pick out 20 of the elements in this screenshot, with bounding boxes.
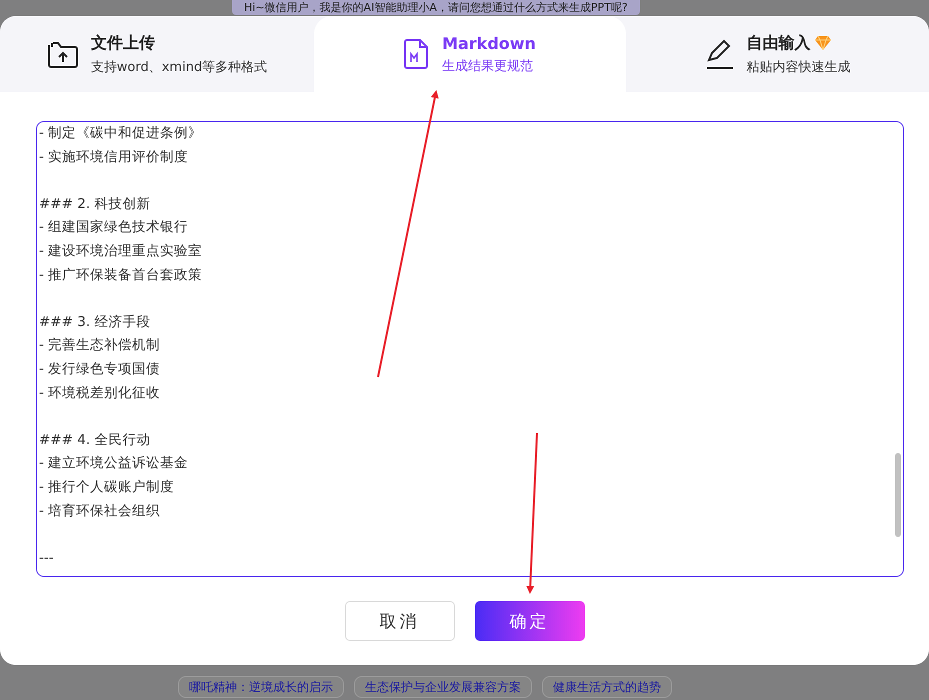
markdown-file-icon xyxy=(404,38,430,70)
tab-subtitle: 生成结果更规范 xyxy=(442,58,534,74)
suggestion-chip[interactable]: 健康生活方式的趋势 xyxy=(542,676,672,698)
suggestion-chip[interactable]: 哪吒精神：逆境成长的启示 xyxy=(178,676,344,698)
cancel-button[interactable]: 取消 xyxy=(344,601,454,641)
suggestion-chip[interactable]: 生态保护与企业发展兼容方案 xyxy=(354,676,532,698)
markdown-input-field[interactable]: - 制定《碳中和促进条例》 - 实施环境信用评价制度 ### 2. 科技创新 - 组建国家绿色技术银行 - 建设环境治理重点实验室 - 推广环保装备首台套政策 ### 3. 经济手段 - 完善生态补偿机制 - 发行绿色专项国债 - 环境税差别化征收 ### 4. 全民行动 - 建立环境公益诉讼基金 - 推行个人碳账户制度 - 培育环保社会组织 --- xyxy=(36,121,904,577)
greeting-message: Hi~微信用户，我是你的AI智能助理小A，请问您想通过什么方式来生成PPT呢? xyxy=(232,0,640,15)
tab-title: 自由输入 xyxy=(746,32,810,54)
folder-upload-icon xyxy=(46,39,79,69)
mode-tab[interactable]: 文件上传 支持word、xmind等多种格式 xyxy=(0,16,314,92)
tab-subtitle: 支持word、xmind等多种格式 xyxy=(90,58,268,76)
tab-title: 文件上传 xyxy=(90,32,155,54)
mode-tab[interactable]: 自由输入 粘贴内容快速生成 xyxy=(626,16,929,92)
scrollbar-thumb[interactable] xyxy=(895,453,901,537)
confirm-button[interactable]: 确定 xyxy=(474,601,584,641)
mode-tab[interactable]: Markdown 生成结果更规范 xyxy=(314,16,626,92)
tab-title: Markdown xyxy=(442,34,536,52)
pen-icon xyxy=(704,38,734,70)
tab-subtitle: 粘贴内容快速生成 xyxy=(746,58,850,76)
